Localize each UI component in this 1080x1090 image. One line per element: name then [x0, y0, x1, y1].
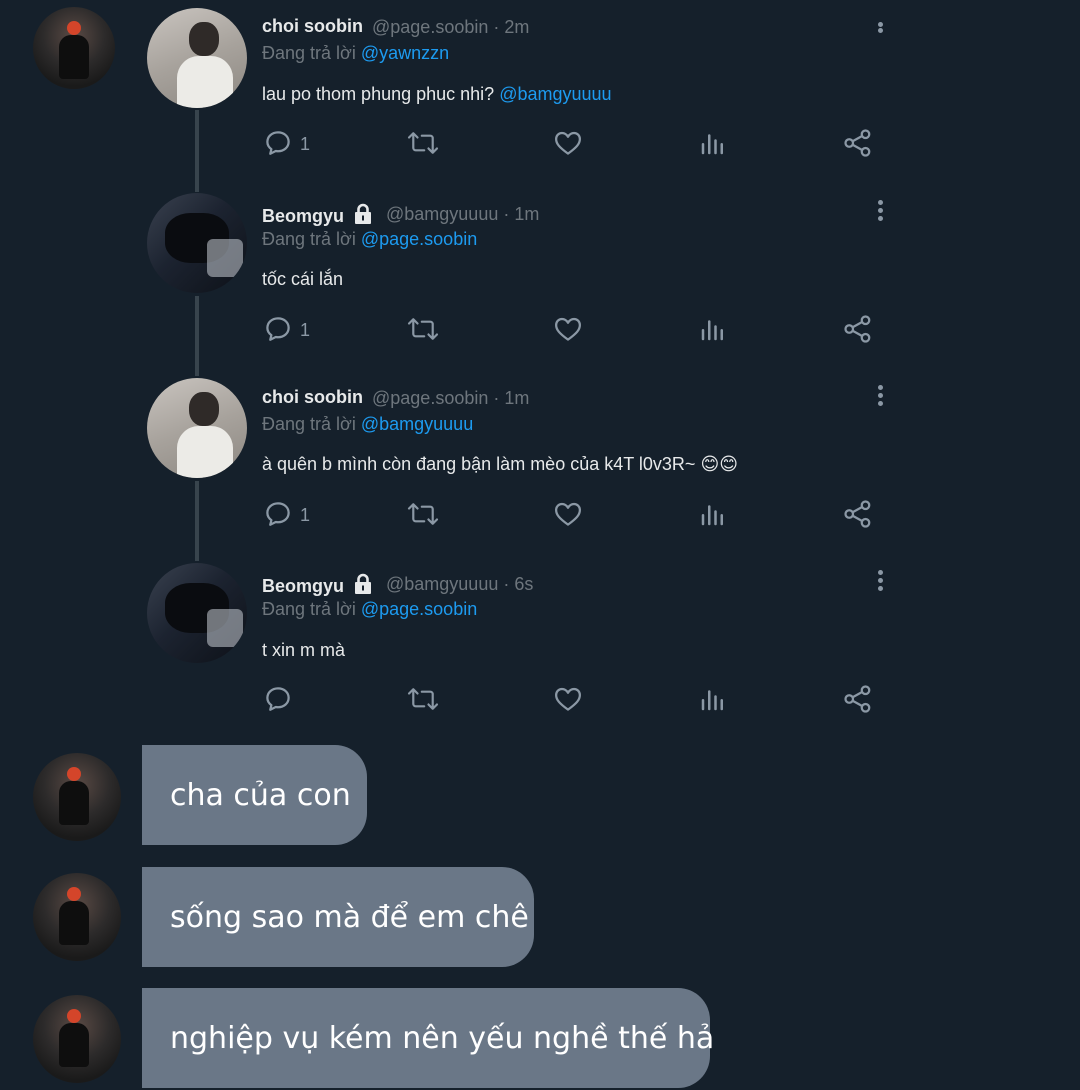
- replying-handle[interactable]: @page.soobin: [361, 599, 477, 619]
- tweet-avatar[interactable]: [147, 563, 247, 663]
- reply-icon[interactable]: [263, 314, 293, 344]
- reply-icon[interactable]: [263, 684, 293, 714]
- message-bubble[interactable]: cha của con: [142, 745, 367, 845]
- replying-prefix: Đang trả lời: [262, 599, 356, 619]
- display-name[interactable]: Beomgyu: [262, 573, 374, 600]
- share-icon[interactable]: [843, 128, 873, 158]
- replying-prefix: Đang trả lời: [262, 414, 356, 434]
- replying-to: Đang trả lời @bamgyuuuu: [262, 414, 473, 435]
- reply-icon[interactable]: [263, 128, 293, 158]
- tweet-avatar[interactable]: [147, 193, 247, 293]
- lock-icon: [352, 573, 374, 600]
- tweet-text: t xin m mà: [262, 640, 346, 660]
- tweet-body: lau po thom phung phuc nhi?: [262, 84, 495, 104]
- thread-line: [195, 296, 199, 376]
- replying-handle[interactable]: @bamgyuuuu: [361, 414, 473, 434]
- reply-count: 1: [300, 134, 311, 154]
- heart-icon[interactable]: [553, 684, 583, 714]
- display-name[interactable]: Beomgyu: [262, 203, 374, 230]
- replying-to: Đang trả lời @yawnzzn: [262, 43, 449, 64]
- tweet-avatar[interactable]: [147, 8, 247, 108]
- heart-icon[interactable]: [553, 128, 583, 158]
- thread-line: [195, 110, 199, 192]
- share-icon[interactable]: [843, 499, 873, 529]
- heart-icon[interactable]: [553, 314, 583, 344]
- more-vertical-icon[interactable]: [876, 20, 884, 50]
- bar-chart-icon[interactable]: [698, 314, 728, 344]
- display-name-text: Beomgyu: [262, 576, 345, 596]
- reply-count: 1: [300, 320, 311, 340]
- heart-icon[interactable]: [553, 499, 583, 529]
- replying-prefix: Đang trả lời: [262, 229, 356, 249]
- thread-line: [195, 481, 199, 561]
- tweet-text: tốc cái lắn: [262, 269, 344, 289]
- replying-to: Đang trả lời @page.soobin: [262, 229, 477, 250]
- tweet-text: lau po thom phung phuc nhi? @bamgyuuuu: [262, 84, 612, 105]
- bar-chart-icon[interactable]: [698, 128, 728, 158]
- share-icon[interactable]: [843, 314, 873, 344]
- handle-time: @bamgyuuuu · 1m: [386, 204, 540, 224]
- retweet-icon[interactable]: [406, 684, 440, 714]
- sender-avatar[interactable]: [33, 753, 121, 841]
- message-bubble[interactable]: sống sao mà để em chê: [142, 867, 534, 967]
- lock-icon: [352, 203, 374, 230]
- replying-handle[interactable]: @yawnzzn: [361, 43, 449, 63]
- sender-avatar[interactable]: [33, 995, 121, 1083]
- tweet-avatar[interactable]: [147, 378, 247, 478]
- more-vertical-icon[interactable]: [876, 383, 884, 413]
- reply-icon[interactable]: [263, 499, 293, 529]
- replying-handle[interactable]: @page.soobin: [361, 229, 477, 249]
- sender-avatar[interactable]: [33, 873, 121, 961]
- handle-time: @page.soobin · 2m: [372, 17, 530, 37]
- retweet-icon[interactable]: [406, 314, 440, 344]
- bar-chart-icon[interactable]: [698, 499, 728, 529]
- handle-time: @bamgyuuuu · 6s: [386, 574, 534, 594]
- replying-to: Đang trả lời @page.soobin: [262, 599, 477, 620]
- display-name-text: Beomgyu: [262, 206, 345, 226]
- retweet-icon[interactable]: [406, 499, 440, 529]
- handle-time: @page.soobin · 1m: [372, 388, 530, 408]
- more-vertical-icon[interactable]: [876, 198, 884, 228]
- display-name[interactable]: choi soobin: [262, 16, 363, 37]
- sender-avatar[interactable]: [33, 7, 115, 89]
- tweet-text: à quên b mình còn đang bận làm mèo của k…: [262, 454, 738, 474]
- share-icon[interactable]: [843, 684, 873, 714]
- replying-prefix: Đang trả lời: [262, 43, 356, 63]
- reply-count: 1: [300, 505, 311, 525]
- message-bubble[interactable]: nghiệp vụ kém nên yếu nghề thế hả: [142, 988, 714, 1088]
- retweet-icon[interactable]: [406, 128, 440, 158]
- mention-link[interactable]: @bamgyuuuu: [499, 84, 611, 104]
- bar-chart-icon[interactable]: [698, 684, 728, 714]
- display-name[interactable]: choi soobin: [262, 387, 363, 408]
- more-vertical-icon[interactable]: [876, 568, 884, 598]
